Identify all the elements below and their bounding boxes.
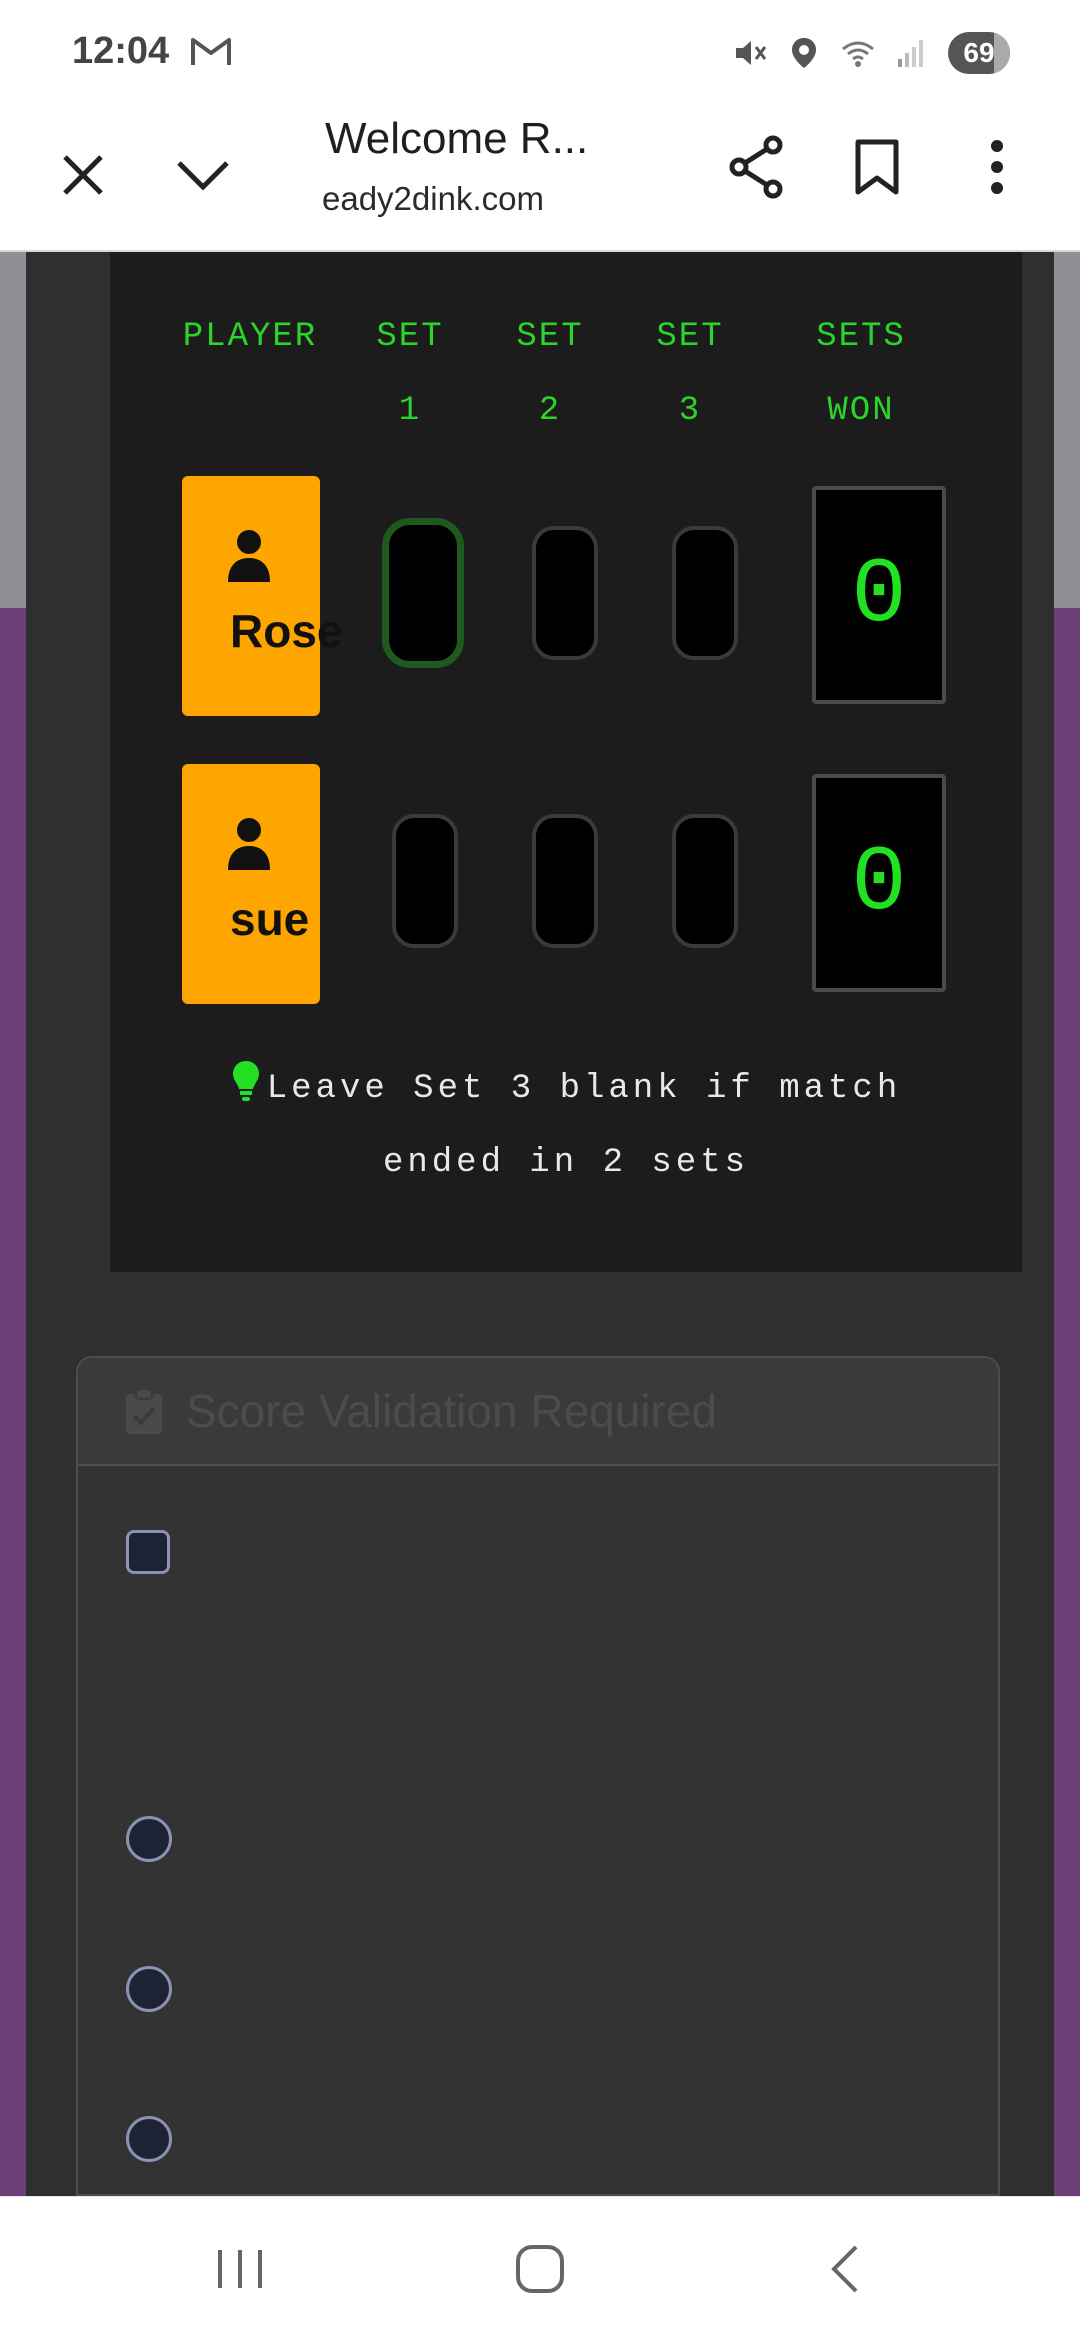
validation-checkbox[interactable] [126,1530,170,1574]
score-panel: PLAYER SET 1 SET 2 SET 3 SETS WON Rose 0… [110,252,1022,1272]
mute-icon [736,41,767,65]
system-nav-bar [0,2196,1080,2341]
close-icon[interactable] [48,140,118,210]
status-bar: 12:04 69 [0,0,1080,100]
header-player: PLAYER [182,318,318,356]
sets-won-value: 0 [812,774,946,992]
validation-header: Score Validation Required [78,1358,998,1466]
set-1-input[interactable] [392,814,458,948]
set-1-input[interactable] [382,518,464,668]
status-icons: 69 [732,32,1010,74]
header-set-2: SET 2 [516,318,584,430]
player-card-sue[interactable]: sue [182,764,320,1004]
web-page: PLAYER SET 1 SET 2 SET 3 SETS WON Rose 0… [0,252,1080,2196]
set-3-input[interactable] [672,814,738,948]
page-url[interactable]: eady2dink.com [322,180,544,218]
validation-radio-2[interactable] [126,1966,172,2012]
validation-radio-1[interactable] [126,1816,172,1862]
header-sets-won: SETS WON [816,318,906,430]
wifi-icon [842,41,874,67]
share-icon[interactable] [722,132,792,202]
person-icon [228,818,270,870]
validation-title: Score Validation Required [186,1385,718,1437]
player-name: Rose [230,605,343,657]
player-card-rose[interactable]: Rose [182,476,342,716]
score-validation-card: Score Validation Required [76,1356,1000,2196]
player-name: sue [230,893,310,945]
person-icon [228,530,270,582]
header-set-3: SET 3 [656,318,724,430]
set-2-input[interactable] [532,526,598,660]
back-icon[interactable] [804,2237,884,2301]
signal-icon [898,40,923,67]
more-vert-icon[interactable] [962,132,1032,202]
recent-apps-icon[interactable] [200,2237,280,2301]
set-3-input[interactable] [672,526,738,660]
page-title[interactable]: Welcome R... [325,114,588,164]
clipboard-check-icon [126,1388,162,1434]
chevron-down-icon[interactable] [168,140,238,210]
browser-toolbar: Welcome R... eady2dink.com [0,100,1080,252]
battery-indicator: 69 [948,32,1010,74]
location-icon [792,38,816,68]
hint-text: Leave Set 3 blank if match ended in 2 se… [110,1052,1022,1200]
status-time: 12:04 [72,30,170,72]
sets-won-value: 0 [812,486,946,704]
match-card: PLAYER SET 1 SET 2 SET 3 SETS WON Rose 0… [26,252,1054,2196]
lightbulb-icon [232,1061,259,1101]
gmail-icon [191,38,231,65]
bookmark-icon[interactable] [842,132,912,202]
home-icon[interactable] [500,2237,580,2301]
header-set-1: SET 1 [376,318,444,430]
set-2-input[interactable] [532,814,598,948]
validation-radio-3[interactable] [126,2116,172,2162]
